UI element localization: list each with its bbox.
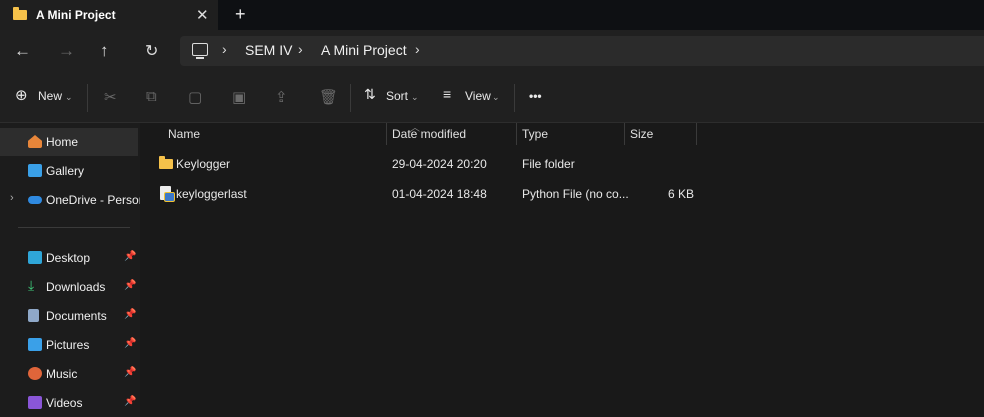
pin-icon[interactable]: 📌 (124, 280, 136, 291)
table-row[interactable]: Keylogger 29-04-2024 20:20 File folder (140, 151, 984, 177)
tab-a-mini-project[interactable]: A Mini Project ✕ (0, 0, 218, 30)
documents-icon (28, 309, 39, 322)
column-header-size[interactable]: Size (630, 127, 653, 141)
navigation-pane: Home Gallery › OneDrive - Persona Deskto… (0, 123, 152, 417)
file-date: 01-04-2024 18:48 (392, 187, 487, 201)
sidebar-item-desktop[interactable]: Desktop 📌 (0, 244, 138, 272)
pin-icon[interactable]: 📌 (124, 338, 136, 349)
sidebar-item-music[interactable]: Music 📌 (0, 360, 138, 388)
command-bar: ⊕ New ⌄ ✂ ⧉ ▢ ▣ ⇪ 🗑 ⇅ Sort ⌄ ≡ View ⌄ ••… (0, 72, 984, 123)
more-options-button[interactable]: ••• (529, 89, 542, 103)
sidebar-item-documents[interactable]: Documents 📌 (0, 302, 138, 330)
cut-icon[interactable]: ✂ (104, 88, 117, 106)
breadcrumb-sem-iv[interactable]: SEM IV (245, 42, 292, 58)
up-icon[interactable]: ↑ (100, 41, 109, 61)
download-icon: ⤓ (28, 277, 35, 293)
close-tab-icon[interactable]: ✕ (196, 6, 209, 24)
file-name: keyloggerlast (176, 187, 247, 201)
chevron-right-icon[interactable]: › (298, 41, 303, 57)
table-row[interactable]: keyloggerlast 01-04-2024 18:48 Python Fi… (140, 181, 984, 207)
tab-title: A Mini Project (36, 8, 116, 22)
sidebar-item-pictures[interactable]: Pictures 📌 (0, 331, 138, 359)
sidebar-item-home[interactable]: Home (0, 128, 138, 156)
plus-circle-icon: ⊕ (15, 87, 28, 104)
chevron-right-icon[interactable]: › (10, 192, 14, 204)
column-divider[interactable] (516, 123, 517, 145)
back-icon[interactable]: ← (14, 41, 31, 61)
pin-icon[interactable]: 📌 (124, 251, 136, 262)
file-type: File folder (522, 157, 575, 171)
folder-icon (13, 7, 27, 20)
sidebar-divider (18, 227, 130, 228)
forward-icon[interactable]: → (58, 41, 75, 61)
refresh-icon[interactable]: ↻ (145, 41, 158, 61)
python-file-icon (160, 186, 175, 202)
chevron-down-icon: ⌄ (411, 92, 419, 102)
chevron-right-icon[interactable]: › (415, 41, 420, 57)
pictures-icon (28, 338, 42, 351)
desktop-icon (28, 251, 42, 264)
rename-icon[interactable]: ▣ (232, 88, 246, 106)
file-name: Keylogger (176, 157, 231, 171)
column-header-type[interactable]: Type (522, 127, 548, 141)
pin-icon[interactable]: 📌 (124, 309, 136, 320)
sort-button[interactable]: Sort (386, 89, 408, 103)
address-bar[interactable]: › SEM IV › A Mini Project › (180, 36, 984, 66)
onedrive-icon (28, 196, 42, 204)
view-button[interactable]: View (465, 89, 491, 103)
file-date: 29-04-2024 20:20 (392, 157, 487, 171)
home-icon (28, 135, 42, 148)
new-button[interactable]: New (38, 89, 62, 103)
copy-icon[interactable]: ⧉ (146, 88, 157, 105)
file-size: 6 KB (668, 187, 695, 201)
column-divider[interactable] (624, 123, 625, 145)
folder-icon (159, 156, 173, 169)
divider (514, 84, 515, 112)
file-type: Python File (no co... (522, 187, 629, 201)
delete-icon[interactable]: 🗑 (319, 88, 338, 106)
this-pc-icon (192, 43, 208, 59)
sidebar-item-downloads[interactable]: ⤓ Downloads 📌 (0, 273, 138, 301)
view-icon: ≡ (443, 86, 452, 102)
column-header-name[interactable]: Name (168, 127, 200, 141)
sidebar-item-gallery[interactable]: Gallery (0, 157, 138, 185)
pin-icon[interactable]: 📌 (124, 396, 136, 407)
new-tab-button[interactable]: + (235, 4, 246, 25)
paste-icon[interactable]: ▢ (188, 88, 202, 106)
chevron-down-icon: ⌄ (492, 92, 500, 102)
divider (87, 84, 88, 112)
gallery-icon (28, 164, 42, 177)
videos-icon (28, 396, 42, 409)
column-header-date[interactable]: Date modified (392, 127, 466, 141)
share-icon[interactable]: ⇪ (275, 88, 288, 106)
music-icon (28, 367, 42, 380)
divider (350, 84, 351, 112)
chevron-down-icon: ⌄ (65, 92, 73, 102)
breadcrumb-a-mini-project[interactable]: A Mini Project (321, 42, 407, 58)
column-divider[interactable] (386, 123, 387, 145)
sort-icon: ⇅ (364, 86, 376, 102)
sidebar-item-onedrive[interactable]: › OneDrive - Persona (0, 186, 152, 214)
file-list: ︿ Name Date modified Type Size Keylogger… (140, 123, 984, 417)
chevron-right-icon[interactable]: › (222, 41, 227, 57)
sidebar-item-videos[interactable]: Videos 📌 (0, 389, 138, 417)
pin-icon[interactable]: 📌 (124, 367, 136, 378)
column-divider[interactable] (696, 123, 697, 145)
